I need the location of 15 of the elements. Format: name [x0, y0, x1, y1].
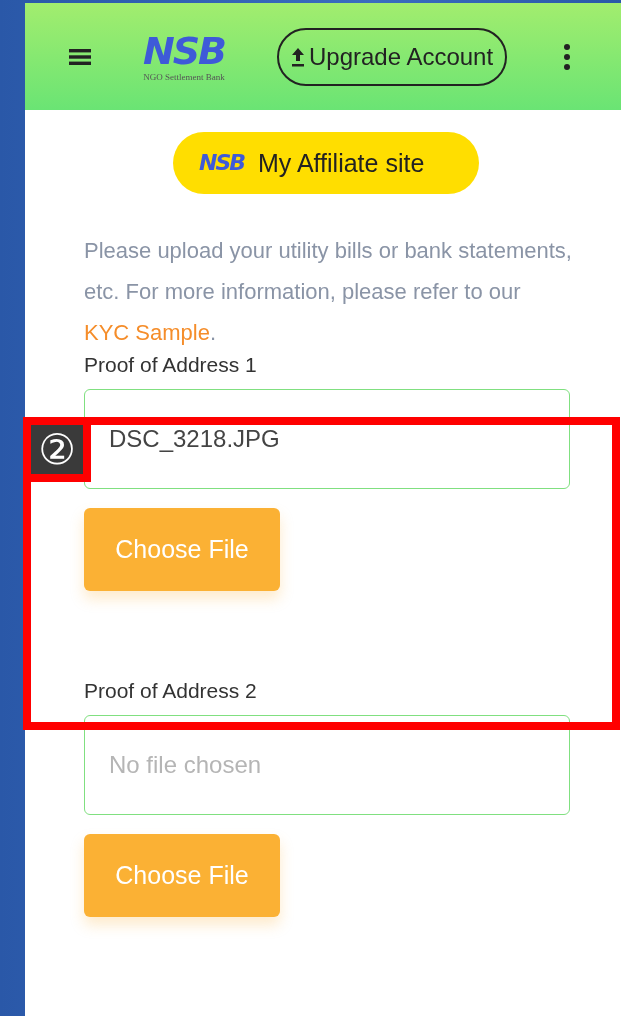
kyc-sample-link[interactable]: KYC Sample	[84, 320, 210, 345]
field-label: Proof of Address 1	[84, 353, 258, 378]
logo-tagline: NGO Settlement Bank	[143, 71, 225, 82]
file-name-field[interactable]: No file chosen	[84, 715, 570, 815]
upload-icon	[291, 46, 305, 67]
menu-icon[interactable]	[69, 47, 91, 66]
field-label: Proof of Address 2	[84, 679, 258, 704]
upgrade-account-button[interactable]: Upgrade Account	[277, 27, 508, 86]
file-name-field[interactable]: DSC_3218.JPG	[84, 389, 570, 489]
choose-file-button[interactable]: Choose File	[84, 834, 280, 917]
logo-mark: NSB	[142, 31, 226, 70]
instructions-text: Please upload your utility bills or bank statements, etc. For more information, please refer to our KYC Sample.	[84, 237, 573, 347]
choose-file-button[interactable]: Choose File	[84, 508, 280, 591]
more-options-icon[interactable]	[563, 42, 572, 71]
affiliate-site-button[interactable]: NSB My Affiliate site	[173, 132, 479, 194]
